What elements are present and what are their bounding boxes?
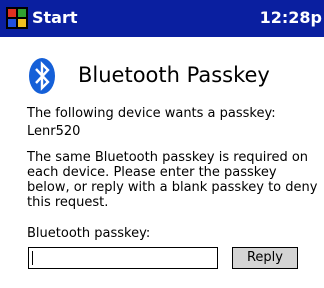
text-caret xyxy=(32,251,33,265)
bluetooth-icon xyxy=(29,58,55,94)
passkey-field-label: Bluetooth passkey: xyxy=(27,226,151,241)
start-menu-label[interactable]: Start xyxy=(32,8,78,28)
bluetooth-passkey-screen: Start 12:28p Bluetooth Passkey The follo… xyxy=(0,0,324,288)
device-name: Lenr520 xyxy=(27,124,81,139)
windows-flag-icon[interactable] xyxy=(6,7,28,29)
passkey-prompt-text: The following device wants a passkey: xyxy=(27,106,276,121)
passkey-input[interactable] xyxy=(28,247,218,269)
reply-button[interactable]: Reply xyxy=(232,247,298,269)
passkey-info-text: The same Bluetooth passkey is required o… xyxy=(27,150,318,210)
clock[interactable]: 12:28p xyxy=(260,8,322,28)
title-bar: Start 12:28p xyxy=(0,0,324,37)
page-title: Bluetooth Passkey xyxy=(78,63,270,87)
